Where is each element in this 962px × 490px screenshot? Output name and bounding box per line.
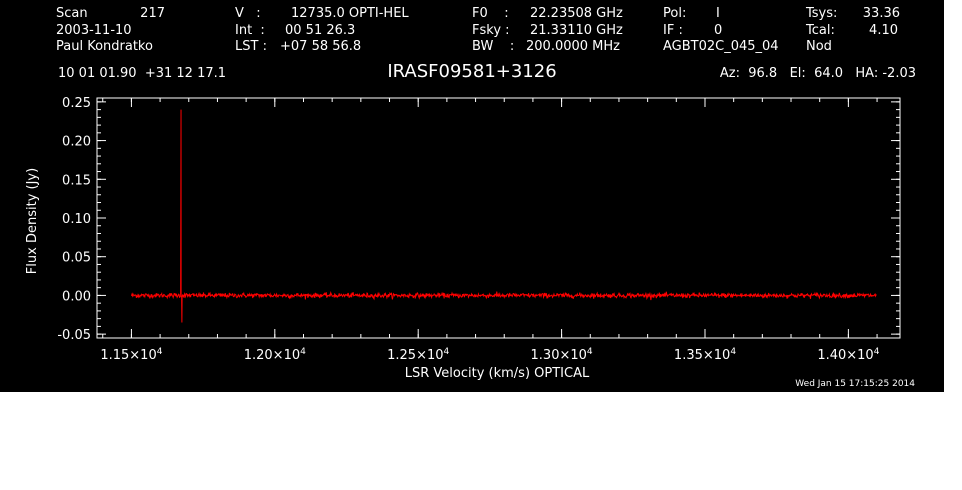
spectrum-chart: 1.15×104 1.20×104 1.25×104 1.30×104 1.35×104… [25,96,901,381]
y-tick-label: 0.15 [62,173,91,188]
plot-timestamp: Wed Jan 15 17:15:25 2014 [795,379,915,389]
series-layer [130,109,877,323]
x-tick-label: 1.15×104 [100,347,162,363]
x-tick-label: 1.25×104 [387,347,449,363]
y-tick-label: 0.25 [62,96,91,111]
spectrum-line [130,109,877,323]
x-tick-label: 1.35×104 [674,347,736,363]
y-tick-label: 0.20 [62,135,91,150]
x-tick-label: 1.20×104 [244,347,306,363]
axes-layer: 1.15×104 1.20×104 1.25×104 1.30×104 1.35×104… [57,96,901,363]
y-axis-label: Flux Density (Jy) [25,168,40,274]
y-tick-label: 0.10 [62,212,91,227]
x-tick-label: 1.30×104 [531,347,593,363]
y-tick-label: 0.00 [62,289,91,304]
x-tick-label: 1.40×104 [817,347,879,363]
plot-frame [96,97,901,339]
y-tick-label: 0.05 [62,251,91,266]
y-tick-label: -0.05 [57,328,91,343]
x-axis-label: LSR Velocity (km/s) OPTICAL [405,366,590,381]
